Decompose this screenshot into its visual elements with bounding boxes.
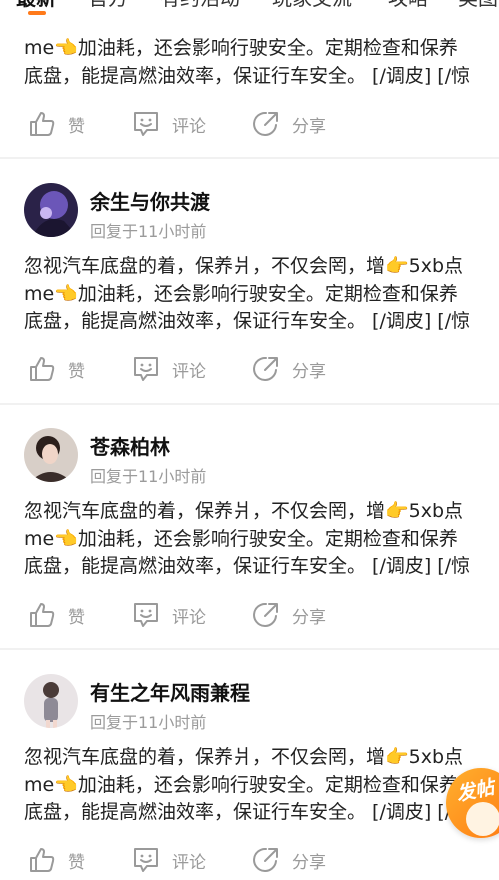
comment-icon	[132, 601, 172, 629]
post-content[interactable]: 忽视汽车底盘的着，保养爿，不仅会罔，增👉5xb点 me👈加油耗，还会影响行驶安全…	[24, 498, 499, 581]
thumbs-up-icon	[28, 355, 68, 383]
thumbs-up-icon	[28, 110, 68, 138]
tab-events[interactable]: 有约活动	[160, 0, 240, 11]
reply-time: 回复于11小时前	[90, 222, 207, 241]
tab-official[interactable]: 官方	[88, 0, 128, 11]
comment-button[interactable]: 评论	[132, 840, 206, 880]
like-button[interactable]: 赞	[28, 104, 85, 144]
username[interactable]: 余生与你共渡	[90, 186, 210, 215]
post-text-line: 底盘，能提高燃油效率，保证行车安全。 [/调皮] [/惊	[24, 64, 471, 87]
post-text-line: 底盘，能提高燃油效率，保证行车安全。 [/调皮] [/惊	[24, 310, 471, 332]
share-label: 分享	[292, 116, 326, 137]
post-text-line: me👈加油耗，还会影响行驶安全。定期检查和保养	[24, 773, 458, 796]
post-text-line: me👈加油耗，还会影响行驶安全。定期检查和保养	[24, 37, 458, 59]
share-button[interactable]: 分享	[252, 840, 326, 880]
category-tabs: 最新 官方 有约活动 玩家交流 攻略 美图	[0, 0, 499, 16]
username[interactable]: 苍森柏林	[90, 431, 170, 460]
like-button[interactable]: 赞	[28, 840, 85, 880]
share-icon	[252, 846, 292, 874]
comment-button[interactable]: 评论	[132, 349, 206, 389]
tab-pictures[interactable]: 美图	[458, 0, 498, 11]
post-content[interactable]: me👈加油耗，还会影响行驶安全。定期检查和保养 底盘，能提高燃油效率，保证行车安…	[24, 35, 499, 90]
tab-player-chat[interactable]: 玩家交流	[272, 0, 352, 11]
fab-label: 发帖	[454, 776, 497, 806]
post-text-line: me👈加油耗，还会影响行驶安全。定期检查和保养	[24, 282, 458, 305]
like-label: 赞	[68, 116, 85, 137]
post-content[interactable]: 忽视汽车底盘的着，保养爿，不仅会罔，增👉5xb点 me👈加油耗，还会影响行驶安全…	[24, 253, 499, 336]
post-divider	[0, 157, 499, 159]
post-actions: 赞 评论 分享	[0, 840, 499, 880]
comment-label: 评论	[172, 361, 206, 382]
like-button[interactable]: 赞	[28, 349, 85, 389]
comment-label: 评论	[172, 116, 206, 137]
reply-time: 回复于11小时前	[90, 713, 207, 732]
comment-button[interactable]: 评论	[132, 104, 206, 144]
post-divider	[0, 648, 499, 650]
tab-latest[interactable]: 最新	[16, 0, 56, 11]
share-button[interactable]: 分享	[252, 595, 326, 635]
comment-button[interactable]: 评论	[132, 595, 206, 635]
username[interactable]: 有生之年风雨兼程	[90, 677, 250, 706]
post-text-line: 忽视汽车底盘的着，保养爿，不仅会罔，增👉5xb点	[24, 255, 464, 277]
comment-icon	[132, 110, 172, 138]
active-tab-indicator	[28, 11, 46, 15]
share-label: 分享	[292, 607, 326, 628]
thumbs-up-icon	[28, 846, 68, 874]
avatar[interactable]	[24, 183, 78, 237]
post-content[interactable]: 忽视汽车底盘的着，保养爿，不仅会罔，增👉5xb点 me👈加油耗，还会影响行驶安全…	[24, 744, 499, 827]
post-actions: 赞 评论 分享	[0, 104, 499, 144]
thumbs-up-icon	[28, 601, 68, 629]
comment-label: 评论	[172, 852, 206, 873]
like-label: 赞	[68, 361, 85, 382]
post-divider	[0, 403, 499, 405]
avatar[interactable]	[24, 428, 78, 482]
post-text-line: 底盘，能提高燃油效率，保证行车安全。 [/调皮] [/惊	[24, 555, 471, 577]
post-text-line: 忽视汽车底盘的着，保养爿，不仅会罔，增👉5xb点	[24, 746, 464, 768]
reply-time: 回复于11小时前	[90, 467, 207, 486]
share-icon	[252, 110, 292, 138]
post-actions: 赞 评论 分享	[0, 349, 499, 389]
share-icon	[252, 355, 292, 383]
like-button[interactable]: 赞	[28, 595, 85, 635]
mascot-icon	[466, 802, 499, 836]
share-button[interactable]: 分享	[252, 349, 326, 389]
post-text-line: me👈加油耗，还会影响行驶安全。定期检查和保养	[24, 527, 458, 550]
like-label: 赞	[68, 607, 85, 628]
share-label: 分享	[292, 852, 326, 873]
comment-icon	[132, 846, 172, 874]
avatar[interactable]	[24, 674, 78, 728]
share-button[interactable]: 分享	[252, 104, 326, 144]
share-icon	[252, 601, 292, 629]
post-actions: 赞 评论 分享	[0, 595, 499, 635]
share-label: 分享	[292, 361, 326, 382]
comment-label: 评论	[172, 607, 206, 628]
post-text-line: 底盘，能提高燃油效率，保证行车安全。 [/调皮] [/惊	[24, 801, 471, 823]
post-text-line: 忽视汽车底盘的着，保养爿，不仅会罔，增👉5xb点	[24, 500, 464, 522]
like-label: 赞	[68, 852, 85, 873]
tab-guides[interactable]: 攻略	[388, 0, 428, 11]
comment-icon	[132, 355, 172, 383]
